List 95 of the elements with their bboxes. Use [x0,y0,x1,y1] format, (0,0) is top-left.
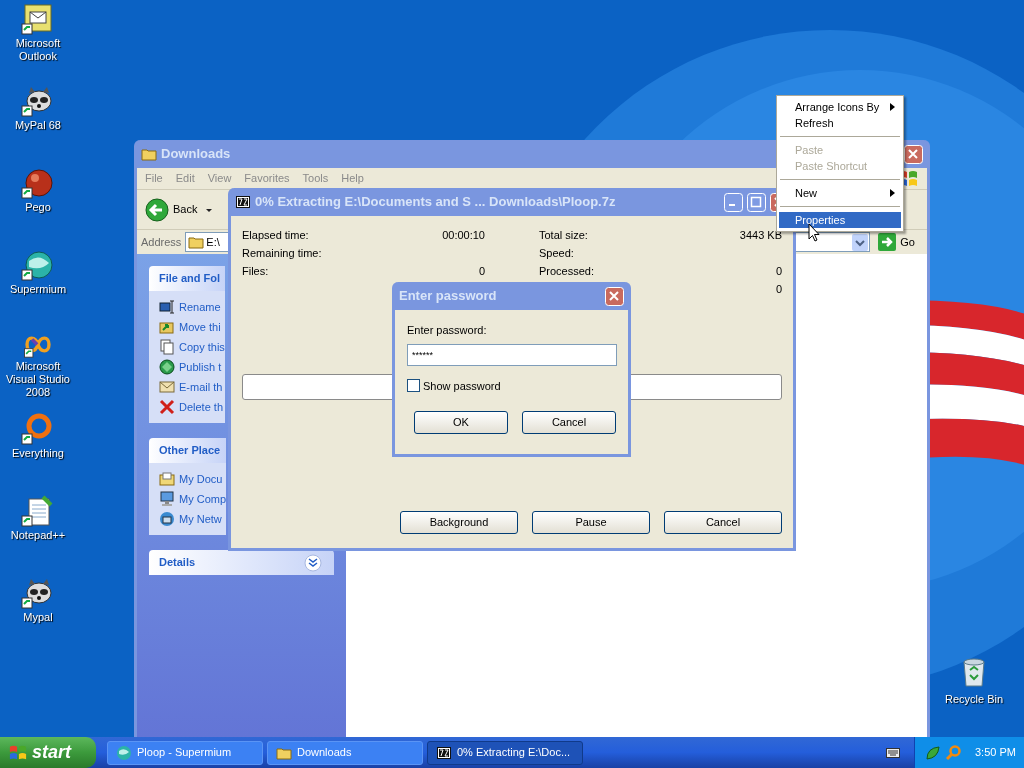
dropdown-button[interactable] [795,232,871,252]
menu-item[interactable]: Edit [175,170,195,187]
stat-value: 00:00:10 [442,227,485,243]
desktop-icon-label[interactable]: Mypal [23,611,53,624]
close-button[interactable] [904,144,923,164]
folder-icon [159,471,175,487]
notepad-icon[interactable] [21,495,55,527]
panel-title: File and Fol [159,271,221,287]
stat-value: 0 [775,281,782,297]
folder-icon [188,235,205,249]
desktop-icon-label[interactable]: Microsoft Visual Studio 2008 [2,360,74,399]
desktop-icon-label[interactable]: Microsoft Outlook [2,37,74,63]
task-link[interactable]: My Comp [179,490,227,508]
checkbox[interactable] [407,379,420,393]
desktop-icon-label[interactable]: Pego [25,201,51,214]
delete-icon [159,399,175,415]
cancel-button[interactable]: Cancel [522,411,616,434]
menu-item[interactable]: Tools [302,170,329,187]
globe-icon [116,744,132,761]
maximize-button[interactable] [747,192,766,212]
menu-item[interactable]: Properties [779,212,901,228]
desktop-icon-label[interactable]: MyPal 68 [15,119,61,132]
taskbar-button[interactable]: Ploop - Supermium [107,740,263,765]
menu-item[interactable]: New [779,185,901,201]
keyboard-icon[interactable] [886,747,900,758]
stat-label: Files: [242,263,269,279]
panel-header[interactable]: File and Fol [149,266,225,291]
panel-title: Other Place [159,443,221,459]
panel-header[interactable]: Details [149,550,334,575]
computer-icon [159,491,175,507]
address-field[interactable]: E:\ [185,232,229,252]
address-label: Address [141,234,182,250]
menu-item[interactable]: View [207,170,232,187]
stat-label: Elapsed time: [242,227,309,243]
desktop-icon-label[interactable]: Notepad++ [10,529,66,542]
copy-icon [159,339,175,355]
ok-button[interactable]: OK [414,411,508,434]
menu-item[interactable]: Refresh [779,115,901,131]
archive-icon [436,744,452,761]
menu-item[interactable]: File [145,170,163,187]
stat-label: Processed: [539,263,595,279]
desktop-icon-label[interactable]: Recycle Bin [944,691,1004,708]
stat-value: 0 [478,263,485,279]
folder-icon [141,146,157,162]
task-link[interactable]: Delete th [179,398,224,416]
back-button[interactable]: Back [145,197,214,222]
raccoon-icon[interactable] [21,85,55,117]
submenu-arrow-icon [890,103,895,111]
clock: 3:50 PM [975,745,1016,761]
chevron-down-icon[interactable] [304,553,322,572]
rename-icon [159,299,175,315]
start-button[interactable]: start [0,737,96,768]
minimize-button[interactable] [724,192,743,212]
windows-logo-icon [8,743,28,762]
desktop-icon-label[interactable]: Everything [12,447,64,460]
task-link[interactable]: Copy this [179,338,225,356]
stat-label: Remaining time: [242,245,322,261]
stat-label: Total size: [539,227,588,243]
desktop-icon-label[interactable]: Supermium [9,283,67,296]
task-link[interactable]: E-mail th [179,378,223,396]
leaf-icon[interactable] [925,744,941,761]
task-link[interactable]: Publish t [179,358,222,376]
pause-button[interactable]: Pause [532,511,650,534]
go-button[interactable]: Go [874,233,919,251]
task-link[interactable]: Move thi [179,318,221,336]
close-button[interactable] [605,286,624,306]
password-field[interactable]: ****** [407,343,617,366]
globe-icon [159,359,175,375]
archive-icon [235,194,251,210]
envelope-icon [159,379,175,395]
menu-item[interactable]: Help [341,170,364,187]
window-title: Downloads [161,145,231,164]
panel-header[interactable]: Other Place [149,438,227,463]
globe-icon[interactable] [21,249,55,281]
task-link[interactable]: Rename [179,298,221,316]
dialog-title: Enter password [399,287,497,306]
field-label: Enter password: [407,323,488,338]
menu-item[interactable]: Favorites [244,170,290,187]
raccoon-icon[interactable] [21,577,55,609]
menu-item[interactable]: Arrange Icons By [779,99,901,115]
taskbar-button[interactable]: 0% Extracting E:\Doc... [427,740,583,765]
submenu-arrow-icon [890,189,895,197]
cancel-button[interactable]: Cancel [664,511,782,534]
taskbar-button[interactable]: Downloads [267,740,423,765]
envelope-icon[interactable] [21,3,55,35]
stat-value: 0 [775,263,782,279]
checkbox-label[interactable]: Show password [423,377,501,394]
ball-icon[interactable] [21,167,55,199]
task-link[interactable]: My Docu [179,470,223,488]
panel-title: Details [159,555,196,571]
task-link[interactable]: My Netw [179,510,222,528]
window-title: 0% Extracting E:\Documents and S ... Downloads\Ploop.7z [255,193,616,212]
stat-label: Speed: [539,245,574,261]
background-button[interactable]: Background [400,511,518,534]
network-icon [159,511,175,527]
